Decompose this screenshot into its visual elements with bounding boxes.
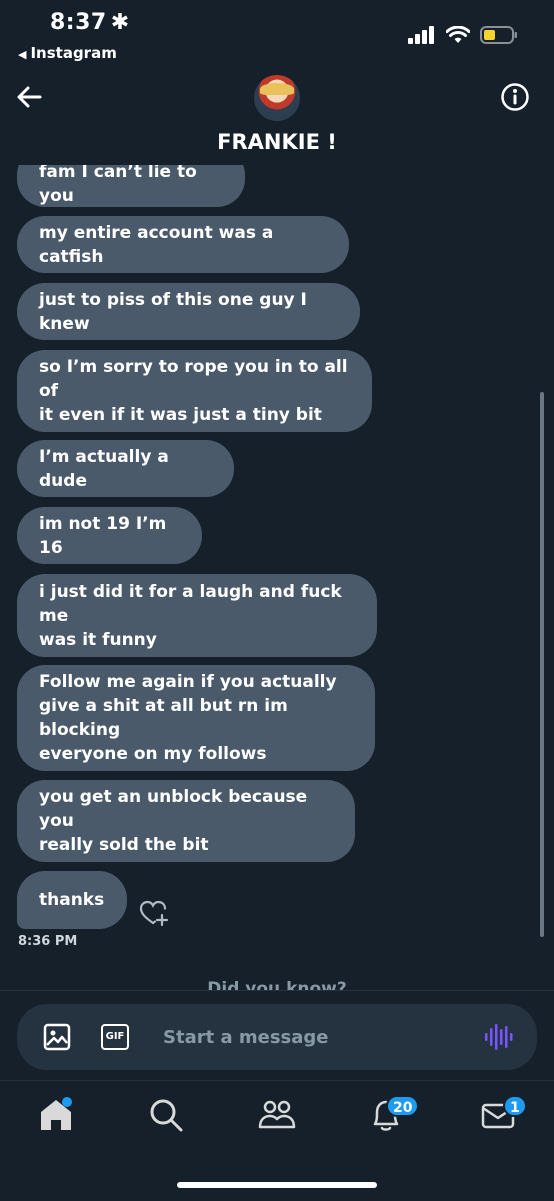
home-notification-dot [62,1097,72,1107]
search-icon[interactable] [146,1095,186,1135]
messages-badge: 1 [503,1095,527,1117]
message-bubble[interactable]: im not 19 I’m 16 [17,507,202,564]
did-you-know-banner[interactable]: Did you know? [0,979,554,990]
battery-icon [480,26,517,44]
communities-icon[interactable] [257,1095,297,1135]
message-bubble[interactable]: so I’m sorry to rope you in to all of it… [17,350,372,432]
message-bubble[interactable]: thanks [17,871,127,929]
home-indicator[interactable] [177,1182,377,1188]
message-bubble[interactable]: just to piss of this one guy I knew [17,283,360,340]
info-icon[interactable] [500,82,530,112]
message-bubble[interactable]: i just did it for a laugh and fuck me wa… [17,574,377,657]
status-time: 8:37 ✱ [50,10,130,35]
asterisk-icon: ✱ [110,10,130,35]
scrollbar[interactable] [540,392,544,937]
message-timestamp: 8:36 PM [18,934,78,949]
conversation-header: FRANKIE ! [0,70,554,162]
voice-icon[interactable] [483,1022,513,1052]
message-bubble[interactable]: my entire account was a catfish [17,216,349,273]
gif-icon[interactable]: GIF [101,1024,129,1050]
message-thread[interactable]: fam I can’t lie to you my entire account… [0,165,554,990]
signal-icon [408,26,434,44]
message-bubble[interactable]: you get an unblock because you really so… [17,780,355,862]
back-arrow-icon[interactable] [14,82,44,112]
message-composer[interactable]: GIF [17,1004,537,1070]
contact-name[interactable]: FRANKIE ! [0,130,554,154]
message-bubble[interactable]: Follow me again if you actually give a s… [17,665,375,771]
notifications-badge: 20 [386,1095,420,1117]
status-bar: 8:37 ✱ ◀ Instagram [0,0,554,70]
message-bubble[interactable]: I’m actually a dude [17,440,234,497]
wifi-icon [446,26,470,43]
back-triangle-icon: ◀ [18,48,27,61]
contact-avatar[interactable] [254,75,300,121]
back-to-app-link[interactable]: ◀ Instagram [18,44,117,62]
image-icon[interactable] [43,1023,71,1051]
message-input[interactable] [163,1024,463,1050]
message-bubble[interactable]: fam I can’t lie to you [17,165,245,207]
composer-area: GIF [0,990,554,1081]
system-icons [408,26,518,44]
heart-plus-icon[interactable] [138,898,170,928]
